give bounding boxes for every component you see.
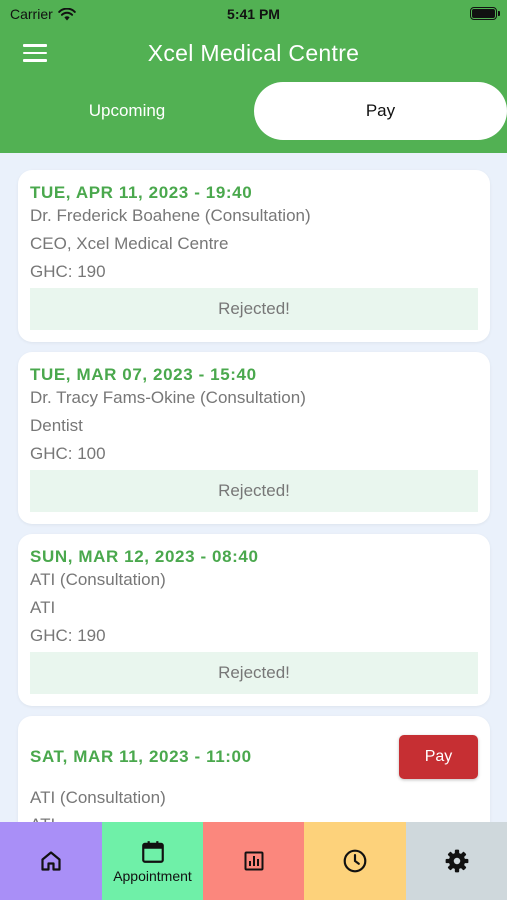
app-header: Carrier 5:41 PM Xcel Medical Centre Upco… <box>0 0 507 153</box>
status-badge: Rejected! <box>30 288 478 330</box>
chart-icon <box>244 851 263 871</box>
appointment-role: Dentist <box>30 416 83 435</box>
nav-reports[interactable] <box>203 822 304 900</box>
appointment-fee: GHC: 190 <box>30 626 106 645</box>
appointment-date: SUN, MAR 12, 2023 - 08:40 <box>30 547 259 566</box>
nav-appointment-label: Appointment <box>113 867 192 884</box>
nav-history[interactable] <box>304 822 406 900</box>
nav-settings[interactable] <box>406 822 507 900</box>
appointment-fee: GHC: 100 <box>30 444 106 463</box>
appointment-role: CEO, Xcel Medical Centre <box>30 234 229 253</box>
appointment-date: SAT, MAR 11, 2023 - 11:00 <box>30 747 252 766</box>
status-badge: Rejected! <box>30 652 478 694</box>
settings-icon <box>445 849 468 873</box>
page-title: Xcel Medical Centre <box>147 40 360 66</box>
appointment-fee: GHC: 190 <box>30 262 106 281</box>
battery-icon <box>470 7 500 20</box>
home-icon <box>41 851 61 871</box>
appointment-card[interactable]: TUE, APR 11, 2023 - 19:40 Dr. Frederick … <box>18 170 490 342</box>
status-bar: Carrier 5:41 PM <box>0 0 507 28</box>
tab-upcoming[interactable]: Upcoming <box>0 82 254 140</box>
appointment-date: TUE, MAR 07, 2023 - 15:40 <box>30 365 257 384</box>
tab-pay-label: Pay <box>365 101 396 120</box>
clock-icon <box>343 849 367 873</box>
nav-home[interactable] <box>0 822 102 900</box>
appointment-role: ATI <box>30 598 56 617</box>
appointment-doctor: Dr. Frederick Boahene (Consultation) <box>30 206 311 225</box>
appointment-card[interactable]: TUE, MAR 07, 2023 - 15:40 Dr. Tracy Fams… <box>18 352 490 524</box>
tab-upcoming-label: Upcoming <box>88 101 166 120</box>
status-badge: Rejected! <box>30 470 478 512</box>
calendar-icon <box>141 840 164 863</box>
appointment-doctor: Dr. Tracy Fams-Okine (Consultation) <box>30 388 306 407</box>
appointment-card[interactable]: SUN, MAR 12, 2023 - 08:40 ATI (Consultat… <box>18 534 490 706</box>
nav-appointment[interactable]: Appointment <box>102 822 203 900</box>
pay-button[interactable]: Pay <box>399 735 478 779</box>
appointment-doctor: ATI (Consultation) <box>30 570 166 589</box>
tab-pay[interactable]: Pay <box>254 82 507 140</box>
appointment-doctor: ATI (Consultation) <box>30 788 166 807</box>
bottom-nav: Appointment <box>0 822 507 900</box>
appointment-date: TUE, APR 11, 2023 - 19:40 <box>30 183 253 202</box>
status-time: 5:41 PM <box>227 6 280 22</box>
